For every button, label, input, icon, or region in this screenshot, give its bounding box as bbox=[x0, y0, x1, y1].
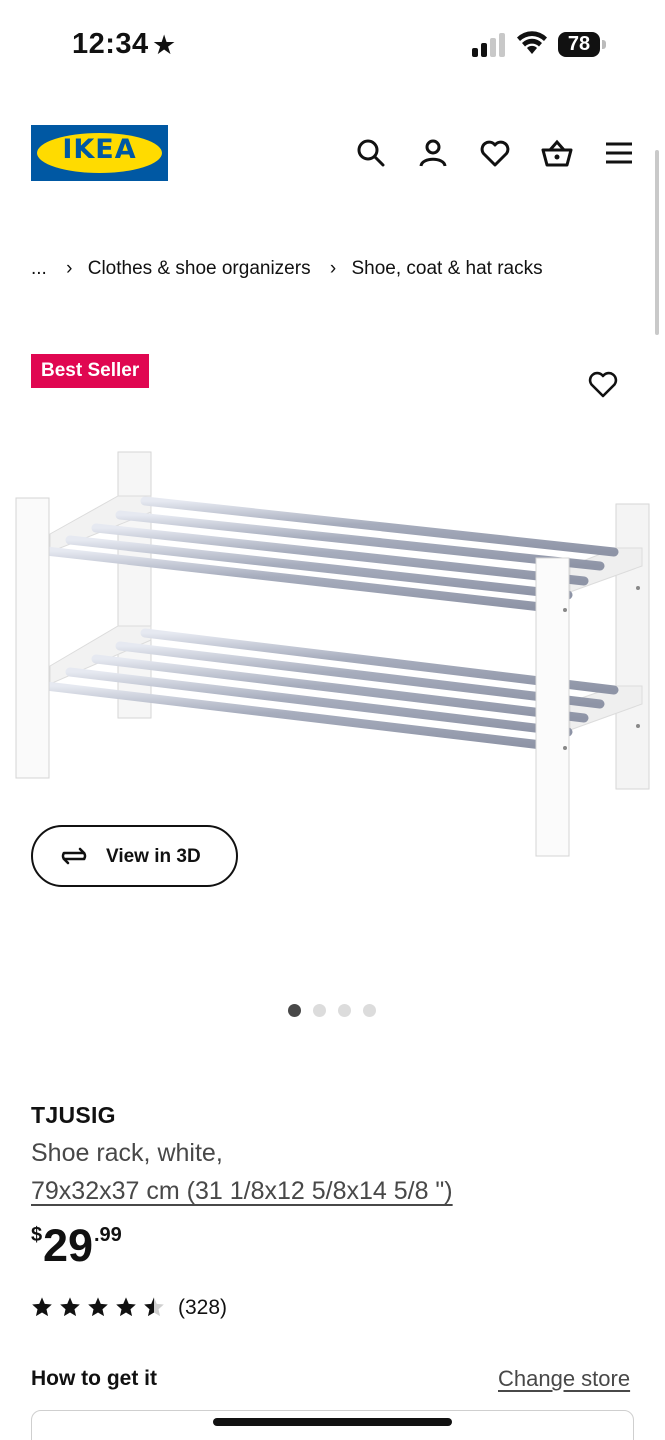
cart-icon[interactable] bbox=[541, 137, 573, 169]
rotate-3d-icon bbox=[61, 847, 87, 865]
location-star-icon: ★ bbox=[152, 30, 177, 60]
heart-icon[interactable] bbox=[479, 137, 511, 169]
ikea-logo[interactable]: IKEA bbox=[31, 125, 168, 181]
breadcrumb: ... › Clothes & shoe organizers › Shoe, … bbox=[31, 258, 543, 280]
carousel-dot[interactable] bbox=[313, 1004, 326, 1017]
status-time: 12:34 bbox=[72, 28, 149, 60]
view-in-3d-label: View in 3D bbox=[106, 846, 201, 867]
best-seller-badge: Best Seller bbox=[31, 354, 150, 388]
carousel-dot[interactable] bbox=[338, 1004, 351, 1017]
price-currency: $ bbox=[31, 1224, 43, 1246]
status-bar: 12:34 ★ 78 bbox=[0, 0, 665, 90]
star-full-icon bbox=[116, 1297, 136, 1317]
carousel-dot[interactable] bbox=[363, 1004, 376, 1017]
product-description: Shoe rack, white, bbox=[31, 1139, 223, 1167]
cellular-signal-icon bbox=[472, 33, 506, 57]
menu-icon[interactable] bbox=[603, 137, 635, 169]
how-to-get-it-heading: How to get it bbox=[31, 1367, 157, 1390]
battery-icon: 78 bbox=[558, 32, 600, 57]
product-name: TJUSIG bbox=[31, 1102, 116, 1128]
logo-text: IKEA bbox=[62, 134, 137, 165]
heart-icon[interactable] bbox=[587, 369, 619, 399]
star-full-icon bbox=[60, 1297, 80, 1317]
price-decimal: .99 bbox=[94, 1224, 122, 1246]
breadcrumb-item-clothes-shoe-organizers[interactable]: Clothes & shoe organizers bbox=[88, 258, 311, 279]
scrollbar[interactable] bbox=[655, 150, 659, 335]
search-icon[interactable] bbox=[355, 137, 387, 169]
star-full-icon bbox=[88, 1297, 108, 1317]
chevron-right-icon: › bbox=[66, 258, 73, 279]
breadcrumb-ellipsis[interactable]: ... bbox=[31, 258, 47, 279]
change-store-link[interactable]: Change store bbox=[498, 1366, 630, 1392]
breadcrumb-item-shoe-coat-hat-racks[interactable]: Shoe, coat & hat racks bbox=[351, 258, 542, 279]
home-indicator[interactable] bbox=[213, 1418, 452, 1426]
site-header: IKEA bbox=[0, 125, 665, 181]
chevron-right-icon: › bbox=[329, 258, 337, 279]
rating-count: (328) bbox=[178, 1296, 228, 1319]
price-integer: 29 bbox=[43, 1220, 94, 1271]
star-full-icon bbox=[32, 1297, 52, 1317]
view-in-3d-button[interactable]: View in 3D bbox=[31, 825, 238, 887]
product-dimensions-link[interactable]: 79x32x37 cm (31 1/8x12 5/8x14 5/8 ") bbox=[31, 1177, 453, 1206]
star-half-icon bbox=[144, 1297, 164, 1317]
product-image[interactable] bbox=[10, 440, 660, 870]
carousel-dot[interactable] bbox=[288, 1004, 301, 1017]
wifi-icon bbox=[517, 31, 547, 54]
account-icon[interactable] bbox=[417, 137, 449, 169]
battery-cap bbox=[602, 40, 606, 49]
